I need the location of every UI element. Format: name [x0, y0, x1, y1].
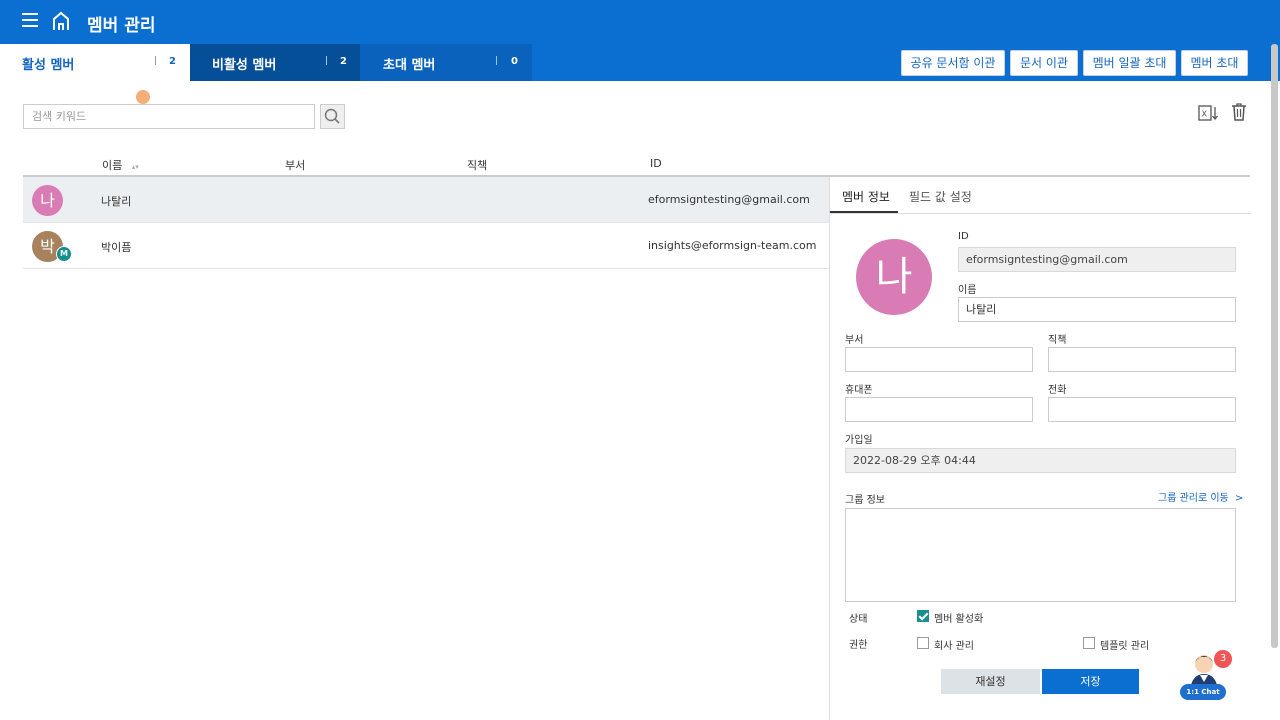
- tab-count: 2: [169, 56, 176, 67]
- profile-avatar: 나: [856, 239, 932, 315]
- name-label: 이름: [958, 285, 977, 296]
- tab-label: 활성 멤버: [22, 58, 75, 73]
- member-active-checkbox[interactable]: [917, 610, 929, 622]
- position-label: 직책: [1048, 335, 1067, 346]
- tab-active-members[interactable]: 활성 멤버 2: [0, 44, 190, 81]
- save-button[interactable]: 저장: [1042, 669, 1139, 694]
- member-id: insights@eformsign-team.com: [648, 239, 817, 252]
- transfer-shared-box-button[interactable]: 공유 문서함 이관: [901, 50, 1005, 76]
- chevron-right-icon: >: [1234, 493, 1244, 504]
- position-field[interactable]: [1048, 347, 1236, 372]
- go-to-group-management-link[interactable]: 그룹 관리로 이동 >: [1158, 489, 1243, 504]
- member-name: 박이픔: [101, 241, 132, 254]
- company-admin-label: 회사 관리: [934, 641, 974, 652]
- panel-tab-divider: [830, 213, 1251, 214]
- mobile-label: 휴대폰: [845, 385, 873, 396]
- member-active-label: 멤버 활성화: [934, 614, 984, 625]
- tab-count: 0: [511, 56, 518, 67]
- group-info-box: [845, 508, 1236, 602]
- member-id: eformsigntesting@gmail.com: [648, 193, 810, 206]
- trash-icon[interactable]: [1231, 102, 1247, 121]
- tab-divider: [496, 56, 497, 65]
- app-header: 멤버 관리: [0, 0, 1280, 44]
- member-detail-panel: 멤버 정보 필드 값 설정 나 ID eformsigntesting@gmai…: [829, 177, 1251, 720]
- tab-label: 비활성 멤버: [212, 58, 277, 73]
- column-header-department: 부서: [285, 159, 306, 172]
- tab-divider: [326, 56, 327, 65]
- tab-label: 초대 멤버: [383, 58, 436, 73]
- department-field[interactable]: [845, 347, 1033, 372]
- search-button[interactable]: [320, 104, 345, 129]
- department-label: 부서: [845, 335, 864, 346]
- mobile-field[interactable]: [845, 397, 1033, 422]
- invite-member-button[interactable]: 멤버 초대: [1181, 50, 1248, 76]
- column-header-position: 직책: [467, 159, 488, 172]
- column-header-id: ID: [650, 157, 662, 170]
- column-label: 이름: [102, 159, 123, 172]
- tab-member-info[interactable]: 멤버 정보: [842, 188, 890, 205]
- chat-label[interactable]: 1:1 Chat: [1180, 684, 1226, 700]
- bulk-invite-button[interactable]: 멤버 일괄 초대: [1083, 50, 1176, 76]
- member-name: 나탈리: [101, 195, 132, 208]
- reset-button[interactable]: 재설정: [941, 669, 1040, 694]
- tab-inactive-members[interactable]: 비활성 멤버 2: [190, 44, 360, 81]
- excel-download-icon[interactable]: X: [1198, 104, 1218, 122]
- scrollbar[interactable]: [1271, 44, 1278, 648]
- avatar: 나: [32, 185, 63, 216]
- chat-unread-badge: 3: [1214, 650, 1232, 668]
- transfer-documents-button[interactable]: 문서 이관: [1010, 50, 1078, 76]
- search-icon: [324, 108, 340, 124]
- company-admin-checkbox[interactable]: [917, 637, 929, 649]
- phone-label: 전화: [1048, 385, 1067, 396]
- tab-count: 2: [340, 56, 347, 67]
- tab-field-settings[interactable]: 필드 값 설정: [909, 188, 972, 205]
- sort-icon[interactable]: ▴▾: [132, 163, 139, 171]
- table-row[interactable]: 박 M 박이픔 insights@eformsign-team.com: [23, 223, 829, 269]
- group-link-label: 그룹 관리로 이동: [1158, 493, 1229, 504]
- template-admin-label: 템플릿 관리: [1100, 641, 1150, 652]
- table-row[interactable]: 나 나탈리 eformsigntesting@gmail.com: [23, 177, 829, 223]
- hamburger-menu-icon[interactable]: [22, 13, 38, 29]
- page-title: 멤버 관리: [87, 16, 156, 36]
- template-admin-checkbox[interactable]: [1083, 637, 1095, 649]
- name-field[interactable]: 나탈리: [958, 297, 1236, 322]
- tab-divider: [155, 56, 156, 65]
- svg-text:X: X: [1202, 110, 1208, 119]
- status-label: 상태: [849, 614, 868, 625]
- phone-field[interactable]: [1048, 397, 1236, 422]
- tab-invited-members[interactable]: 초대 멤버 0: [360, 44, 532, 81]
- joined-label: 가입일: [845, 435, 873, 446]
- column-header-name[interactable]: 이름 ▴▾: [102, 157, 139, 173]
- group-label: 그룹 정보: [845, 495, 885, 506]
- id-field: eformsigntesting@gmail.com: [958, 247, 1236, 272]
- cursor-indicator: [136, 90, 150, 104]
- manager-badge: M: [56, 246, 72, 262]
- search-input[interactable]: 검색 키워드: [23, 104, 315, 129]
- id-label: ID: [958, 231, 969, 242]
- joined-date-field: 2022-08-29 오후 04:44: [845, 448, 1236, 473]
- home-icon[interactable]: [52, 11, 70, 31]
- permission-label: 권한: [849, 640, 868, 651]
